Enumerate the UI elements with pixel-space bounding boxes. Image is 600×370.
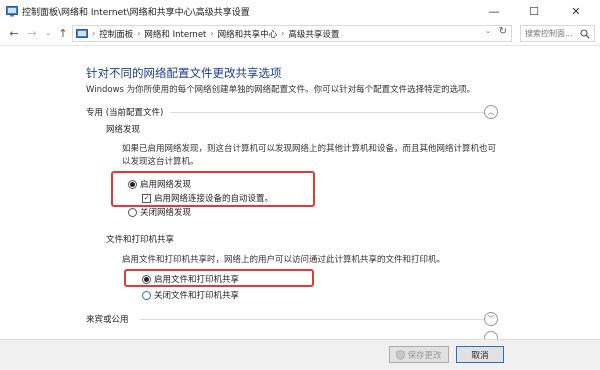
chevron-up-icon: ︿: [487, 108, 495, 116]
network-discovery-on-label: 启用网络发现: [140, 180, 192, 190]
file-sharing-on-option[interactable]: 启用文件和打印机共享: [142, 273, 239, 285]
cancel-label: 取消: [471, 350, 489, 361]
minimize-icon: —: [488, 4, 500, 18]
network-discovery-off-option[interactable]: 关闭网络发现: [128, 206, 191, 218]
network-discovery-label: 网络发现: [106, 125, 141, 135]
page-description: Windows 为你所使用的每个网络创建单独的网络配置文件。你可以针对每个配置文…: [86, 85, 476, 95]
radio-button[interactable]: [128, 207, 137, 217]
breadcrumb-network-internet[interactable]: 网络和 Internet: [144, 28, 206, 40]
file-sharing-off-label: 关闭文件和打印机共享: [154, 291, 240, 301]
control-panel-icon: [76, 28, 88, 38]
search-icon: [580, 28, 590, 39]
file-sharing-on-label: 启用文件和打印机共享: [154, 275, 240, 285]
forward-button[interactable]: →: [25, 26, 39, 40]
refresh-icon: ↻: [498, 26, 507, 37]
profile-private-label: 专用 (当前配置文件): [86, 108, 164, 118]
maximize-icon: ☐: [529, 4, 539, 18]
settings-content: 针对不同的网络配置文件更改共享选项 Windows 为你所使用的每个网络创建单独…: [0, 47, 600, 339]
chevron-right-icon[interactable]: ›: [210, 29, 213, 38]
title-bar: 控制面板\网络和 Internet\网络和共享中心\高级共享设置 — ☐ ✕: [0, 0, 600, 22]
navigation-bar: ← → ⌄ ↑ › 控制面板 › 网络和 Internet › 网络和共享中心 …: [0, 22, 600, 46]
up-button[interactable]: ↑: [56, 26, 70, 40]
close-button[interactable]: ✕: [556, 0, 596, 22]
radio-button[interactable]: [128, 179, 137, 189]
save-changes-label: 保存更改: [407, 350, 442, 361]
window-title: 控制面板\网络和 Internet\网络和共享中心\高级共享设置: [22, 8, 250, 18]
recent-locations-button[interactable]: ⌄: [41, 26, 55, 40]
network-discovery-description: 如果已启用网络发现，则这台计算机可以发现网络上的其他计算机和设备，而且其他网络计…: [122, 144, 497, 167]
maximize-button[interactable]: ☐: [514, 0, 554, 22]
section-divider: [140, 319, 485, 320]
network-discovery-on-option[interactable]: 启用网络发现: [128, 178, 191, 190]
control-panel-icon: [6, 6, 18, 17]
breadcrumb-network-sharing-center[interactable]: 网络和共享中心: [218, 28, 278, 40]
file-printer-sharing-label: 文件和打印机共享: [106, 235, 175, 245]
minimize-button[interactable]: —: [474, 0, 514, 22]
address-dropdown-button[interactable]: ⌄: [485, 27, 491, 35]
auto-setup-label: 启用网络连接设备的自动设置。: [154, 194, 274, 204]
expand-guest-button[interactable]: ﹀: [484, 312, 498, 326]
profile-guest-label: 来宾或公用: [86, 315, 129, 325]
page-title: 针对不同的网络配置文件更改共享选项: [86, 66, 282, 80]
back-arrow-icon: ←: [9, 26, 19, 40]
cancel-button[interactable]: 取消: [456, 346, 504, 363]
file-sharing-off-option[interactable]: 关闭文件和打印机共享: [142, 289, 239, 301]
network-discovery-off-label: 关闭网络发现: [140, 208, 192, 218]
file-printer-sharing-description: 启用文件和打印机共享时，网络上的用户可以访问通过此计算机共享的文件和打印机。: [122, 255, 446, 265]
radio-button[interactable]: [142, 274, 151, 284]
section-divider: [170, 112, 485, 113]
shield-icon: [396, 349, 406, 360]
back-button[interactable]: ←: [7, 26, 21, 40]
radio-button[interactable]: [142, 290, 151, 300]
chevron-down-icon: ⌄: [45, 29, 51, 37]
refresh-button[interactable]: ↻: [499, 26, 507, 37]
save-changes-button[interactable]: 保存更改: [389, 346, 449, 363]
address-bar[interactable]: › 控制面板 › 网络和 Internet › 网络和共享中心 › 高级共享设置…: [72, 25, 512, 42]
collapse-private-button[interactable]: ︿: [484, 105, 498, 119]
up-arrow-icon: ↑: [58, 26, 68, 40]
chevron-right-icon[interactable]: ›: [281, 29, 284, 38]
breadcrumb-control-panel[interactable]: 控制面板: [99, 28, 133, 40]
auto-setup-option[interactable]: ✓ 启用网络连接设备的自动设置。: [142, 192, 273, 204]
search-input[interactable]: 搜索控制面...: [520, 25, 595, 42]
chevron-down-icon: ﹀: [487, 315, 495, 323]
chevron-right-icon: ›: [92, 29, 96, 38]
forward-arrow-icon: →: [27, 26, 37, 40]
partial-expand-button[interactable]: [484, 331, 498, 339]
breadcrumb-advanced-sharing[interactable]: 高级共享设置: [288, 28, 339, 40]
search-placeholder: 搜索控制面...: [525, 29, 573, 38]
chevron-right-icon[interactable]: ›: [137, 29, 140, 38]
chevron-down-icon: ⌄: [485, 27, 491, 35]
checkbox[interactable]: ✓: [142, 193, 151, 203]
footer-bar: 保存更改 取消: [0, 339, 600, 370]
close-icon: ✕: [571, 4, 581, 18]
